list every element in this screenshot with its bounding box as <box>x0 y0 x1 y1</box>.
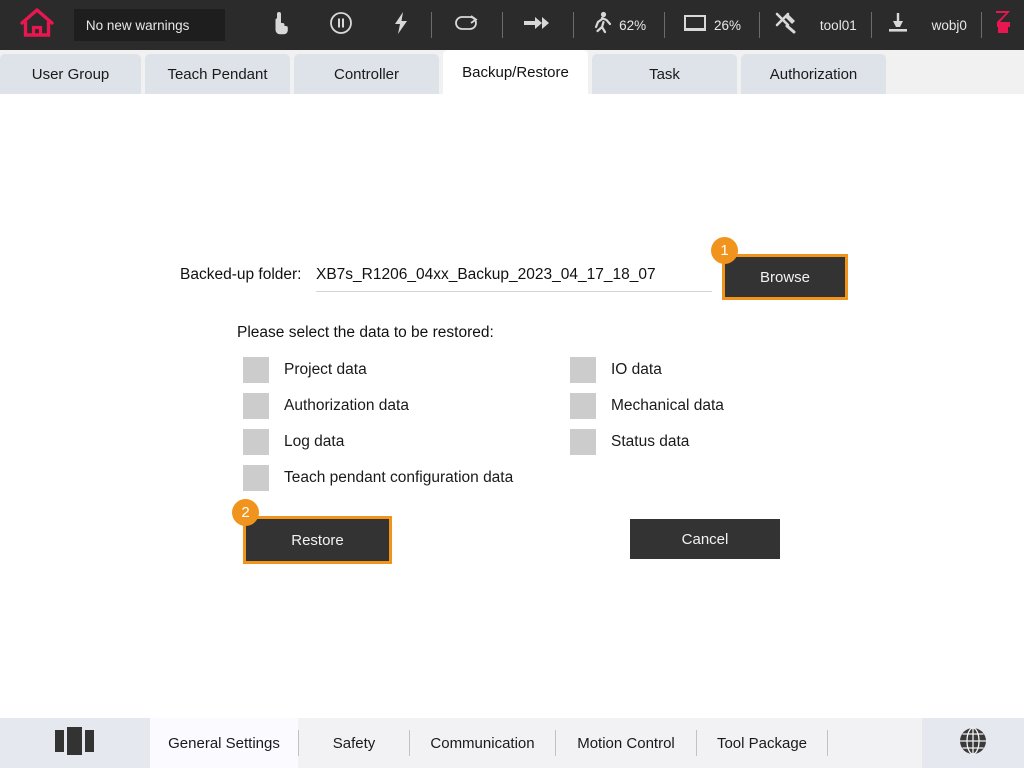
tab-task[interactable]: Task <box>592 54 737 94</box>
cancel-button[interactable]: Cancel <box>630 519 780 559</box>
panels-menu-button[interactable] <box>0 718 150 768</box>
settings-tab-bar: User Group Teach Pendant Controller Back… <box>0 50 1024 94</box>
bottom-nav-item-communication[interactable]: Communication <box>410 718 555 768</box>
tab-backup-restore[interactable]: Backup/Restore <box>443 50 588 94</box>
warning-status-box[interactable]: No new warnings <box>74 9 225 41</box>
checkbox-label: Authorization data <box>284 397 409 415</box>
tab-label: Teach Pendant <box>167 66 267 83</box>
step-badge-2: 2 <box>232 499 259 526</box>
manual-mode-button[interactable] <box>251 0 311 50</box>
checkbox-authorization-data[interactable] <box>243 393 269 419</box>
checkbox-log-data[interactable] <box>243 429 269 455</box>
warning-text: No new warnings <box>86 18 190 33</box>
home-button[interactable] <box>0 0 74 50</box>
checkbox-label: Log data <box>284 433 344 451</box>
bottom-nav-item-tool-package[interactable]: Tool Package <box>697 718 827 768</box>
backed-up-folder-field[interactable]: XB7s_R1206_04xx_Backup_2023_04_17_18_07 <box>316 266 712 292</box>
restore-button[interactable]: Restore <box>246 519 389 561</box>
speed-value: 62% <box>619 18 646 33</box>
loop-cycle-button[interactable] <box>432 0 502 50</box>
bottom-nav-bar: General Settings Safety Communication Mo… <box>0 718 1024 768</box>
motor-power-button[interactable] <box>371 0 431 50</box>
checkbox-io-data[interactable] <box>570 357 596 383</box>
tool-indicator[interactable]: tool01 <box>760 0 871 50</box>
checkbox-row-io-data[interactable]: IO data <box>570 352 724 388</box>
checkbox-label: Status data <box>611 433 689 451</box>
globe-language-icon <box>957 725 989 762</box>
bottom-nav-label: Safety <box>333 735 376 752</box>
step-forward-button[interactable] <box>503 0 573 50</box>
top-status-bar: No new warnings <box>0 0 1024 50</box>
language-button[interactable] <box>922 718 1024 768</box>
step-forward-icon <box>523 15 553 36</box>
step-badge-1: 1 <box>711 237 738 264</box>
checkbox-project-data[interactable] <box>243 357 269 383</box>
manual-mode-hand-icon <box>271 11 291 40</box>
checkbox-row-teach-pendant-configuration-data[interactable]: Teach pendant configuration data <box>243 460 513 496</box>
tab-user-group[interactable]: User Group <box>0 54 141 94</box>
work-object-icon <box>886 11 910 40</box>
checkbox-row-mechanical-data[interactable]: Mechanical data <box>570 388 724 424</box>
checkbox-teach-pendant-configuration-data[interactable] <box>243 465 269 491</box>
home-icon <box>20 7 54 43</box>
checkbox-row-authorization-data[interactable]: Authorization data <box>243 388 513 424</box>
tab-controller[interactable]: Controller <box>294 54 439 94</box>
tab-authorization[interactable]: Authorization <box>741 54 886 94</box>
speed-indicator[interactable]: 62% <box>574 0 664 50</box>
monitor-icon <box>683 13 707 38</box>
bottom-nav-label: Communication <box>430 735 534 752</box>
tab-label: Authorization <box>770 66 858 83</box>
checkbox-label: Project data <box>284 361 367 379</box>
tab-label: Task <box>649 66 680 83</box>
checkbox-status-data[interactable] <box>570 429 596 455</box>
checkbox-row-project-data[interactable]: Project data <box>243 352 513 388</box>
tool-wrench-icon <box>774 11 798 40</box>
wobj-value: wobj0 <box>932 18 967 33</box>
checkbox-label: Teach pendant configuration data <box>284 469 513 487</box>
bottom-nav-item-motion-control[interactable]: Motion Control <box>556 718 696 768</box>
pause-button[interactable] <box>311 0 371 50</box>
bottom-nav-label: Motion Control <box>577 735 675 752</box>
tab-label: Controller <box>334 66 399 83</box>
pause-circle-icon <box>329 11 353 40</box>
restore-prompt-label: Please select the data to be restored: <box>237 324 494 342</box>
tool-value: tool01 <box>820 18 857 33</box>
load-value: 26% <box>714 18 741 33</box>
browse-button[interactable]: Browse <box>725 257 845 297</box>
tab-label: Backup/Restore <box>462 64 569 81</box>
divider <box>827 730 828 756</box>
motor-power-bolt-icon <box>392 11 410 40</box>
browse-button-wrapper: 1 Browse <box>725 257 845 297</box>
bottom-nav-label: Tool Package <box>717 735 807 752</box>
robot-status-button[interactable] <box>982 0 1024 50</box>
bottom-nav-item-general-settings[interactable]: General Settings <box>150 718 298 768</box>
tab-label: User Group <box>32 66 110 83</box>
wobj-indicator[interactable]: wobj0 <box>872 0 981 50</box>
robot-arm-icon <box>992 9 1014 42</box>
load-indicator[interactable]: 26% <box>665 0 759 50</box>
running-person-icon <box>592 11 612 40</box>
tab-teach-pendant[interactable]: Teach Pendant <box>145 54 290 94</box>
bottom-nav-label: General Settings <box>168 735 280 752</box>
loop-cycle-icon <box>454 14 480 37</box>
panels-grid-icon <box>54 726 96 761</box>
restore-button-wrapper: 2 Restore <box>246 519 389 561</box>
checkbox-row-status-data[interactable]: Status data <box>570 424 724 460</box>
backed-up-folder-label: Backed-up folder: <box>180 266 302 284</box>
backup-restore-panel: Backed-up folder: XB7s_R1206_04xx_Backup… <box>0 94 1024 718</box>
bottom-nav-item-safety[interactable]: Safety <box>299 718 409 768</box>
checkbox-mechanical-data[interactable] <box>570 393 596 419</box>
checkbox-label: Mechanical data <box>611 397 724 415</box>
checkbox-row-log-data[interactable]: Log data <box>243 424 513 460</box>
tabbar-filler <box>890 54 1024 94</box>
checkbox-label: IO data <box>611 361 662 379</box>
